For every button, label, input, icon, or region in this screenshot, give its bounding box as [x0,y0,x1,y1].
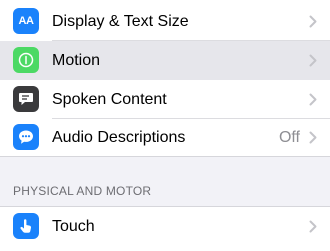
chevron-right-icon [309,54,317,67]
text-size-icon: AA [13,8,39,34]
audio-descriptions-row[interactable]: Audio Descriptions Off [0,118,330,157]
row-label: Spoken Content [52,91,167,108]
physical-motor-settings-group: Touch [0,206,330,251]
row-label: Touch [52,218,95,235]
chevron-right-icon [309,15,317,28]
touch-hand-icon [13,213,39,239]
spoken-content-row[interactable]: Spoken Content [0,80,330,119]
accessibility-settings-screen: AA Display & Text Size Motion Spoken Con… [0,0,330,251]
audio-description-icon [13,124,39,150]
vision-settings-group: AA Display & Text Size Motion Spoken Con… [0,0,330,157]
chevron-right-icon [309,131,317,144]
chevron-right-icon [309,220,317,233]
motion-icon [13,47,39,73]
speech-bubble-icon [13,86,39,112]
touch-row[interactable]: Touch [0,207,330,246]
row-label: Display & Text Size [52,13,189,30]
motion-row[interactable]: Motion [0,41,330,80]
section-header-physical-motor: PHYSICAL AND MOTOR [13,184,152,198]
row-label: Motion [52,52,101,69]
chevron-right-icon [309,93,317,106]
row-label: Audio Descriptions [52,129,186,146]
audio-descriptions-value: Off [278,129,300,146]
display-text-size-row[interactable]: AA Display & Text Size [0,2,330,41]
